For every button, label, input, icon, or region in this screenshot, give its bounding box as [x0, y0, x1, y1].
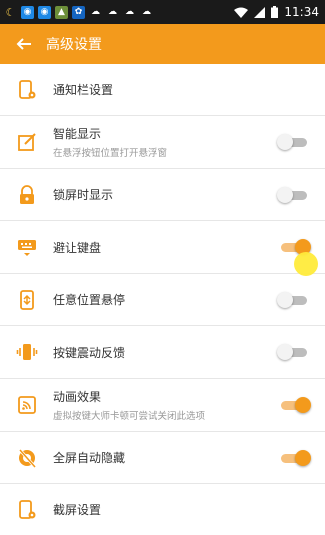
lock-screen-toggle[interactable]	[277, 186, 311, 203]
notification-icons: ☾ ◉ ◉ ▲ ✿ ☁ ☁ ☁ ☁	[0, 5, 153, 19]
setting-animation-effects[interactable]: 动画效果 虚拟按键大师卡顿可尝试关闭此选项	[0, 379, 325, 432]
animation-toggle[interactable]	[277, 397, 311, 413]
status-bar: ☾ ◉ ◉ ▲ ✿ ☁ ☁ ☁ ☁ 11:34	[0, 0, 325, 24]
setting-screenshot[interactable]: 截屏设置	[0, 484, 325, 535]
cloud-icon: ☁	[91, 7, 100, 17]
setting-fullscreen-hide[interactable]: 全屏自动隐藏	[0, 432, 325, 484]
cloud-icon: ☁	[108, 7, 117, 17]
setting-description: 在悬浮按钮位置打开悬浮窗	[53, 148, 168, 159]
back-arrow-icon	[16, 38, 31, 50]
phone-settings-icon	[14, 77, 40, 103]
app-icon: ◉	[38, 5, 51, 19]
moon-icon: ☾	[5, 5, 16, 19]
battery-icon	[271, 6, 279, 18]
setting-smart-display[interactable]: 智能显示 在悬浮按钮位置打开悬浮窗	[0, 116, 325, 169]
setting-label: 全屏自动隐藏	[53, 451, 126, 465]
phone-settings-icon	[14, 497, 40, 523]
setting-lock-screen[interactable]: 锁屏时显示	[0, 169, 325, 221]
fullscreen-hide-toggle[interactable]	[277, 449, 311, 466]
cloud-icon: ☁	[142, 7, 151, 17]
setting-label: 任意位置悬停	[53, 293, 126, 307]
edit-icon	[14, 129, 40, 155]
vibration-toggle[interactable]	[277, 344, 311, 360]
vibration-icon	[14, 339, 40, 365]
setting-notification-bar[interactable]: 通知栏设置	[0, 64, 325, 116]
signal-icon	[254, 6, 266, 18]
cloud-icon: ☁	[125, 7, 134, 17]
setting-label: 通知栏设置	[53, 83, 114, 97]
clock: 11:34	[284, 5, 319, 19]
setting-label: 避让键盘	[53, 240, 102, 255]
smart-display-toggle[interactable]	[277, 134, 311, 150]
page-title: 高级设置	[46, 37, 102, 53]
setting-label: 智能显示	[53, 127, 102, 141]
setting-label: 动画效果	[53, 390, 102, 404]
back-button[interactable]	[4, 36, 44, 52]
setting-vibration-feedback[interactable]: 按键震动反馈	[0, 326, 325, 379]
keyboard-icon	[14, 234, 40, 260]
setting-label: 锁屏时显示	[53, 188, 114, 202]
app-bar: 高级设置	[0, 24, 325, 64]
touch-indicator	[294, 252, 318, 276]
setting-avoid-keyboard[interactable]: 避让键盘	[0, 221, 325, 274]
setting-description: 虚拟按键大师卡顿可尝试关闭此选项	[53, 411, 206, 422]
phone-move-icon	[14, 287, 40, 313]
settings-icon: ✿	[72, 5, 85, 19]
lock-icon	[14, 182, 40, 208]
setting-label: 截屏设置	[53, 503, 102, 517]
setting-label: 按键震动反馈	[53, 345, 126, 360]
app-icon: ◉	[21, 5, 34, 19]
animation-icon	[14, 392, 40, 418]
image-icon: ▲	[55, 5, 68, 19]
hide-icon	[14, 445, 40, 471]
settings-list: 通知栏设置 智能显示 在悬浮按钮位置打开悬浮窗 锁屏时显示 避让键盘 任意位置悬…	[0, 64, 325, 535]
hover-anywhere-toggle[interactable]	[277, 291, 311, 308]
setting-hover-anywhere[interactable]: 任意位置悬停	[0, 274, 325, 326]
wifi-icon	[234, 7, 249, 18]
